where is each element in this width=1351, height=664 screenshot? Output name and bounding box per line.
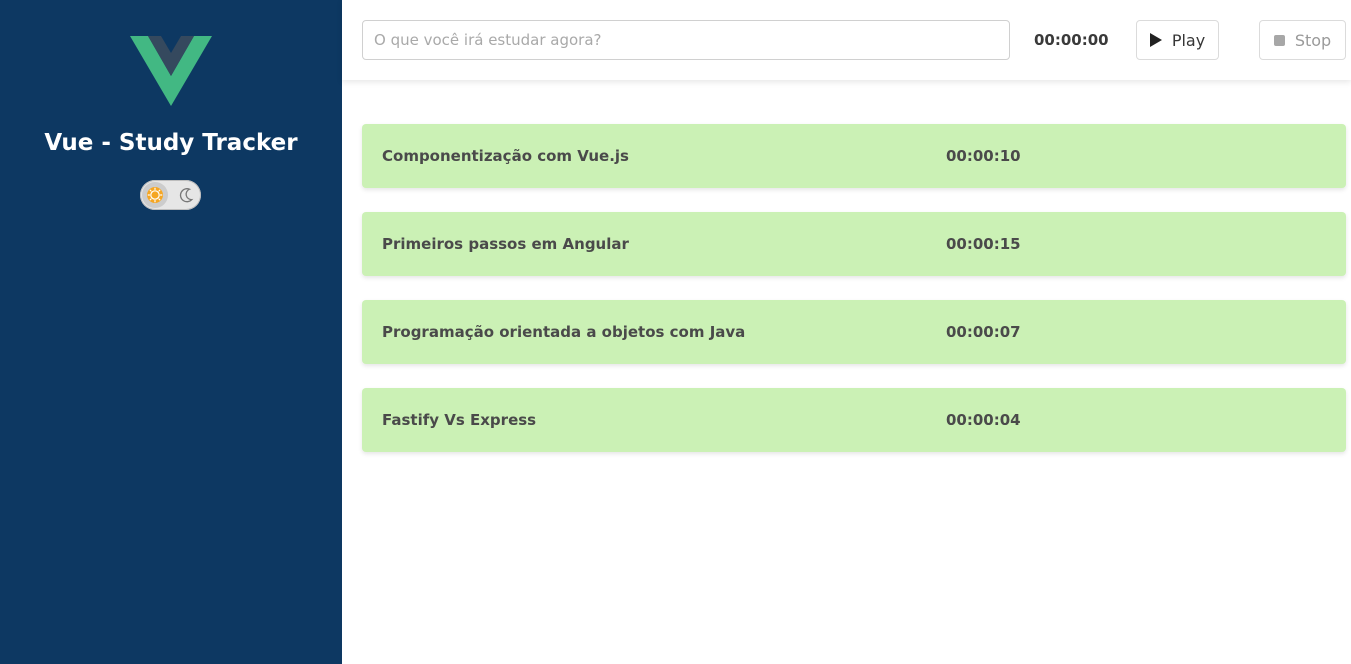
task-item: Componentização com Vue.js 00:00:10 bbox=[362, 124, 1346, 188]
task-name: Componentização com Vue.js bbox=[382, 147, 629, 165]
task-item: Programação orientada a objetos com Java… bbox=[362, 300, 1346, 364]
play-button[interactable]: Play bbox=[1136, 20, 1219, 60]
task-duration: 00:00:07 bbox=[946, 323, 1021, 341]
timer-display: 00:00:00 bbox=[1034, 31, 1109, 49]
task-name: Fastify Vs Express bbox=[382, 411, 537, 429]
task-input[interactable] bbox=[362, 20, 1010, 60]
task-duration: 00:00:04 bbox=[946, 411, 1021, 429]
task-item: Primeiros passos em Angular 00:00:15 bbox=[362, 212, 1346, 276]
vue-logo-icon bbox=[130, 36, 212, 106]
app-title: Vue - Study Tracker bbox=[44, 130, 298, 156]
task-list: Componentização com Vue.js 00:00:10 Prim… bbox=[362, 124, 1346, 476]
stop-label: Stop bbox=[1294, 30, 1332, 50]
theme-toggle[interactable] bbox=[140, 180, 201, 210]
task-duration: 00:00:10 bbox=[946, 147, 1021, 165]
topbar: 00:00:00 Play Stop bbox=[342, 0, 1351, 80]
task-item: Fastify Vs Express 00:00:04 bbox=[362, 388, 1346, 452]
moon-icon bbox=[179, 188, 194, 203]
sidebar: Vue - Study Tracker bbox=[0, 0, 342, 664]
stop-icon bbox=[1273, 34, 1285, 46]
play-icon bbox=[1149, 33, 1162, 47]
task-duration: 00:00:15 bbox=[946, 235, 1021, 253]
sun-icon bbox=[147, 187, 163, 203]
task-name: Primeiros passos em Angular bbox=[382, 235, 629, 253]
play-label: Play bbox=[1171, 30, 1206, 50]
task-name: Programação orientada a objetos com Java bbox=[382, 323, 746, 341]
stop-button[interactable]: Stop bbox=[1259, 20, 1346, 60]
